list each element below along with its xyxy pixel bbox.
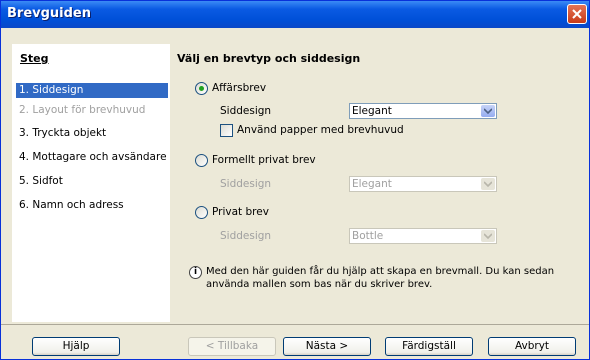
chevron-down-icon: [484, 181, 492, 187]
next-button[interactable]: Nästa >: [283, 337, 371, 356]
radio-privat-brev[interactable]: [195, 206, 208, 219]
privat-brev-label[interactable]: Privat brev: [212, 206, 269, 218]
wizard-window: Brevguiden Steg 1. Siddesign 2. Layout f…: [0, 0, 590, 360]
chevron-down-icon: [484, 108, 492, 114]
content-panel: Välj en brevtyp och siddesign Affärsbrev…: [177, 44, 589, 322]
dropdown-button[interactable]: [481, 105, 495, 117]
back-button: < Tillbaka: [188, 337, 276, 356]
button-bar: Hjälp < Tillbaka Nästa > Färdigställ Avb…: [1, 324, 589, 359]
formellt-design-label: Siddesign: [220, 178, 272, 190]
chevron-down-icon: [484, 233, 492, 239]
step-mottagare[interactable]: 4. Mottagare och avsändare: [16, 150, 168, 165]
step-namn-adress[interactable]: 6. Namn och adress: [16, 198, 168, 213]
step-layout-brevhuvud: 2. Layout för brevhuvud: [19, 104, 146, 116]
radio-affarsbrev[interactable]: [195, 82, 208, 95]
close-icon: [572, 9, 582, 19]
dropdown-button: [481, 230, 495, 242]
steps-panel: Steg 1. Siddesign 2. Layout för brevhuvu…: [12, 44, 170, 322]
letterhead-checkbox[interactable]: [220, 124, 233, 137]
letterhead-label[interactable]: Använd papper med brevhuvud: [237, 124, 404, 136]
step-tryckta-objekt[interactable]: 3. Tryckta objekt: [16, 126, 168, 141]
formellt-design-select: Elegant: [349, 176, 497, 192]
affarsbrev-design-label: Siddesign: [220, 105, 272, 117]
affarsbrev-design-select[interactable]: Elegant: [349, 103, 497, 119]
content-heading: Välj en brevtyp och siddesign: [177, 52, 361, 65]
help-button[interactable]: Hjälp: [32, 337, 120, 356]
privat-design-value: Bottle: [352, 230, 384, 242]
info-icon: i: [189, 266, 202, 279]
formellt-privat-brev-label[interactable]: Formellt privat brev: [212, 154, 316, 166]
step-sidfot[interactable]: 5. Sidfot: [16, 174, 168, 189]
info-text: Med den här guiden får du hjälp att skap…: [206, 266, 555, 290]
finish-button[interactable]: Färdigställ: [385, 337, 473, 356]
dropdown-button: [481, 178, 495, 190]
affarsbrev-label[interactable]: Affärsbrev: [212, 82, 266, 94]
step-siddesign[interactable]: 1. Siddesign: [16, 83, 168, 98]
privat-design-select: Bottle: [349, 228, 497, 244]
window-title: Brevguiden: [7, 6, 92, 21]
privat-design-label: Siddesign: [220, 230, 272, 242]
cancel-button[interactable]: Avbryt: [488, 337, 576, 356]
affarsbrev-design-value: Elegant: [352, 105, 392, 117]
radio-formellt-privat-brev[interactable]: [195, 154, 208, 167]
steps-heading: Steg: [20, 52, 49, 65]
formellt-design-value: Elegant: [352, 178, 392, 190]
close-button[interactable]: [567, 4, 587, 24]
title-bar[interactable]: Brevguiden: [1, 1, 589, 28]
